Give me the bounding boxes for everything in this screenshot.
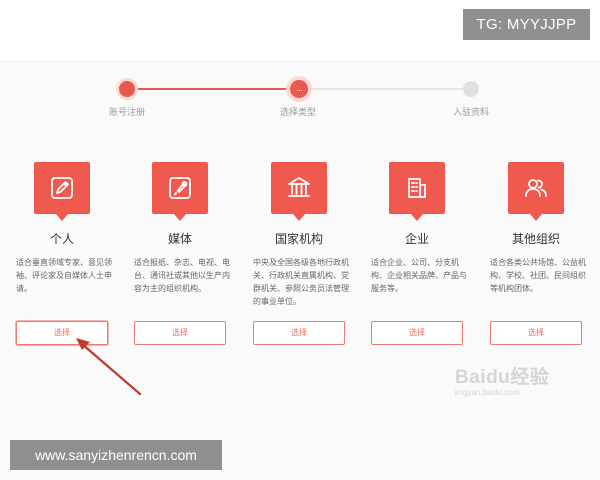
select-enterprise-button[interactable]: 选择 bbox=[371, 321, 463, 345]
group-icon bbox=[508, 162, 564, 221]
step-3-dot bbox=[463, 81, 479, 97]
step-2-dot: ... bbox=[290, 80, 308, 98]
baidu-watermark: Baidu经验 jingyan.baidu.com bbox=[455, 362, 575, 402]
step-1-dot bbox=[119, 81, 135, 97]
tg-overlay-badge: TG: MYYJJPP bbox=[463, 9, 590, 40]
account-type-card-enterprise: 企业 适合企业、公司、分支机构、企业相关品牌、产品与服务等。 选择 bbox=[363, 160, 471, 350]
government-building-icon bbox=[271, 162, 327, 221]
url-overlay-badge: www.sanyizhenrencn.com bbox=[10, 440, 222, 470]
watermark-logo-text: Baidu经验 bbox=[455, 367, 550, 388]
select-government-button[interactable]: 选择 bbox=[253, 321, 345, 345]
microphone-icon bbox=[152, 162, 208, 221]
card-description: 适合报纸、杂志、电视、电台、通讯社或其他以生产内容为主的组织机构。 bbox=[134, 258, 230, 293]
step-3-label: 入驻资料 bbox=[452, 108, 489, 118]
card-title: 其他组织 bbox=[511, 232, 560, 246]
step-progress-line-pending bbox=[299, 88, 469, 90]
card-title: 国家机构 bbox=[274, 232, 323, 246]
registration-stepper: ... 账号注册 选择类型 入驻资料 bbox=[0, 75, 600, 125]
step-progress-line-completed bbox=[127, 88, 299, 90]
account-type-card-government: 国家机构 中央及全国各级各地行政机关、行政机关直属机构、党群机关、参照公务员法管… bbox=[245, 160, 353, 350]
account-type-card-other-organization: 其他组织 适合各类公共场馆、公益机构、学校、社团、民间组织等机构团体。 选择 bbox=[482, 160, 590, 350]
card-description: 适合垂直领域专家、意见领袖、评论家及自媒体人士申请。 bbox=[16, 258, 112, 293]
card-description: 适合企业、公司、分支机构、企业相关品牌、产品与服务等。 bbox=[371, 258, 467, 293]
card-title: 企业 bbox=[404, 232, 429, 246]
card-title: 媒体 bbox=[167, 232, 192, 246]
account-type-card-personal: 个人 适合垂直领域专家、意见领袖、评论家及自媒体人士申请。 选择 bbox=[8, 160, 116, 350]
annotation-arrow bbox=[76, 338, 142, 396]
step-1-label: 账号注册 bbox=[108, 108, 145, 118]
card-description: 适合各类公共场馆、公益机构、学校、社团、民间组织等机构团体。 bbox=[490, 258, 586, 293]
office-building-icon bbox=[389, 162, 445, 221]
step-2-label: 选择类型 bbox=[279, 108, 316, 118]
page: ... 账号注册 选择类型 入驻资料 个人 适合垂直领域专家、意见领袖、评论家及… bbox=[0, 0, 600, 480]
pencil-icon bbox=[34, 162, 90, 221]
card-description: 中央及全国各级各地行政机关、行政机关直属机构、党群机关、参照公务员法管理的事业单… bbox=[253, 258, 349, 306]
account-type-card-media: 媒体 适合报纸、杂志、电视、电台、通讯社或其他以生产内容为主的组织机构。 选择 bbox=[126, 160, 234, 350]
select-other-organization-button[interactable]: 选择 bbox=[490, 321, 582, 345]
watermark-url: jingyan.baidu.com bbox=[455, 388, 520, 397]
card-title: 个人 bbox=[49, 232, 74, 246]
